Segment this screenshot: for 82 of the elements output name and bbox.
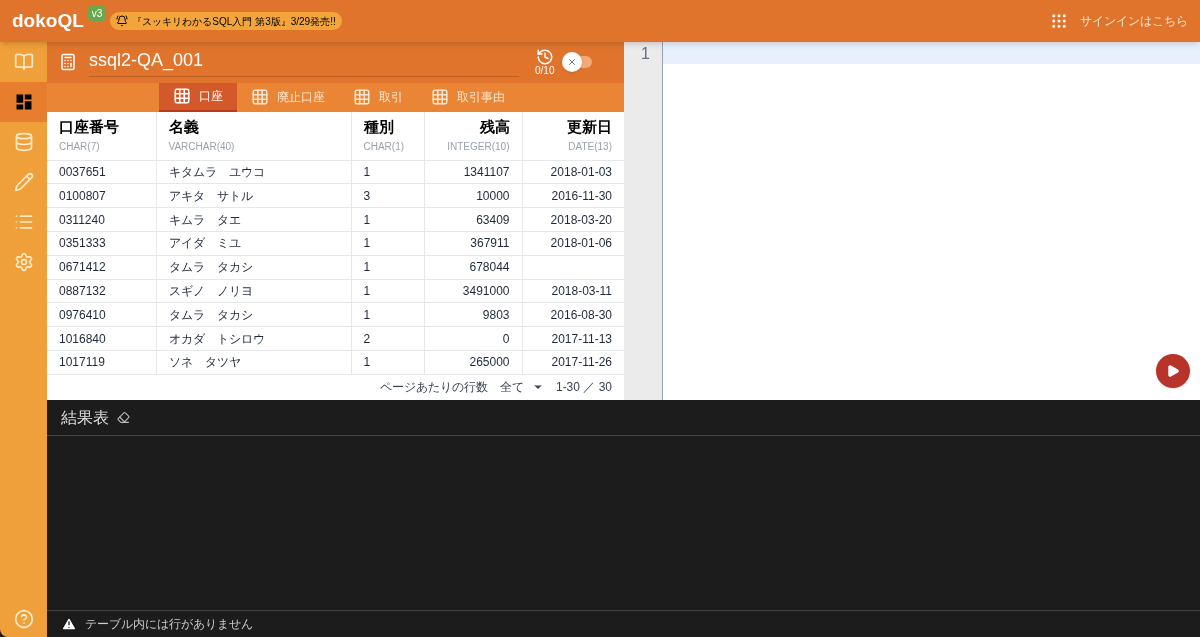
pencil-icon xyxy=(13,172,34,192)
table-cell: 1 xyxy=(351,279,424,303)
table-cell: 0311240 xyxy=(47,207,156,232)
rows-per-page-label: ページあたりの行数 xyxy=(379,379,488,397)
table-cell: 0976410 xyxy=(47,302,156,327)
table-cell: 2018-01-03 xyxy=(522,160,624,184)
results-title: 結果表 xyxy=(61,407,109,428)
book-icon xyxy=(13,52,34,72)
table-cell: 2017-11-26 xyxy=(522,350,624,375)
table-cell: 1 xyxy=(351,255,424,280)
table-cell: 0351333 xyxy=(47,231,156,256)
table-cell: 265000 xyxy=(424,350,522,375)
grid-icon xyxy=(173,87,191,106)
table-cell: 0671412 xyxy=(47,255,156,280)
table-cell: キタムラ ユウコ xyxy=(156,160,351,184)
table-cell: オカダ トシロウ xyxy=(156,326,351,351)
grid-icon xyxy=(431,88,449,107)
table-cell: 2018-01-06 xyxy=(522,231,624,256)
status-message: テーブル内には行がありません xyxy=(85,616,253,633)
page-range: 1-30 ／ 30 xyxy=(555,379,612,397)
table-cell: 3491000 xyxy=(424,279,522,303)
grid-icon xyxy=(251,88,269,107)
table-cell: 9803 xyxy=(424,302,522,327)
eraser-icon[interactable] xyxy=(117,411,130,424)
column-header[interactable]: 更新日 DATE(13) xyxy=(522,112,624,161)
history-icon[interactable] xyxy=(535,48,554,67)
table-cell: 1 xyxy=(351,350,424,375)
database-icon xyxy=(13,132,34,152)
settings-icon xyxy=(13,252,34,272)
table-cell: タムラ タカシ xyxy=(156,255,351,280)
table-cell: キムラ タエ xyxy=(156,207,351,232)
table-cell: 1 xyxy=(351,302,424,327)
table-cell: 1 xyxy=(351,160,424,184)
table-cell: アキタ サトル xyxy=(156,183,351,208)
table-cell: 0 xyxy=(424,326,522,351)
dataset-title: ssql2-QA_001 xyxy=(89,47,519,78)
rows-per-page-select[interactable]: 全て xyxy=(499,378,544,397)
version-badge: v3 xyxy=(87,6,107,21)
table-tab[interactable]: 口座 xyxy=(159,82,237,113)
table-cell: ソネ タツヤ xyxy=(156,350,351,375)
dashboard-nav-item[interactable] xyxy=(0,82,47,122)
table-cell: 1017119 xyxy=(47,350,156,375)
table-cell: 63409 xyxy=(424,207,522,232)
column-header[interactable]: 口座番号 CHAR(7) xyxy=(47,112,156,161)
table-cell: 1 xyxy=(351,207,424,232)
table-cell: 1 xyxy=(351,231,424,256)
table-cell: 3 xyxy=(351,183,424,208)
sql-editor[interactable]: 1 xyxy=(624,42,1200,400)
line-number: 1 xyxy=(640,44,651,64)
warning-icon xyxy=(61,616,77,632)
table-cell: 1341107 xyxy=(424,160,522,184)
table-cell: 0887132 xyxy=(47,279,156,303)
table-cell: 0037651 xyxy=(47,160,156,184)
table-cell: 1016840 xyxy=(47,326,156,351)
column-header[interactable]: 種別 CHAR(1) xyxy=(351,112,424,161)
table-cell: 2 xyxy=(351,326,424,351)
table-cell: 2016-08-30 xyxy=(522,302,624,327)
play-icon xyxy=(1166,364,1180,378)
table-cell: 2018-03-11 xyxy=(522,279,624,303)
announcement-text: 『スッキリわかるSQL入門 第3版』3/29発売!! xyxy=(132,14,336,29)
table-cell: 2018-03-20 xyxy=(522,207,624,232)
table-cell: 678044 xyxy=(424,255,522,280)
table-cell: タムラ タカシ xyxy=(156,302,351,327)
help-icon[interactable] xyxy=(13,609,34,629)
table-cell: 367911 xyxy=(424,231,522,256)
table-cell: 2017-11-13 xyxy=(522,326,624,351)
column-header[interactable]: 残高 INTEGER(10) xyxy=(424,112,522,161)
apps-grid-icon[interactable] xyxy=(1050,12,1068,30)
grid-icon xyxy=(353,88,371,107)
close-icon xyxy=(567,57,578,68)
bell-icon xyxy=(116,15,129,27)
table-cell: 10000 xyxy=(424,183,522,208)
table-cell: 2016-11-30 xyxy=(522,183,624,208)
run-button[interactable] xyxy=(1156,354,1190,388)
column-header[interactable]: 名義 VARCHAR(40) xyxy=(156,112,351,161)
announcement-pill[interactable]: 『スッキリわかるSQL入門 第3版』3/29発売!! xyxy=(110,12,342,30)
table-cell: 0100807 xyxy=(47,183,156,208)
app-logo: dokoQL xyxy=(12,8,84,33)
history-count: 0/10 xyxy=(535,66,555,77)
table-cell: アイダ ミユ xyxy=(156,231,351,256)
table-cell: スギノ ノリヨ xyxy=(156,279,351,303)
list-icon xyxy=(13,212,34,232)
